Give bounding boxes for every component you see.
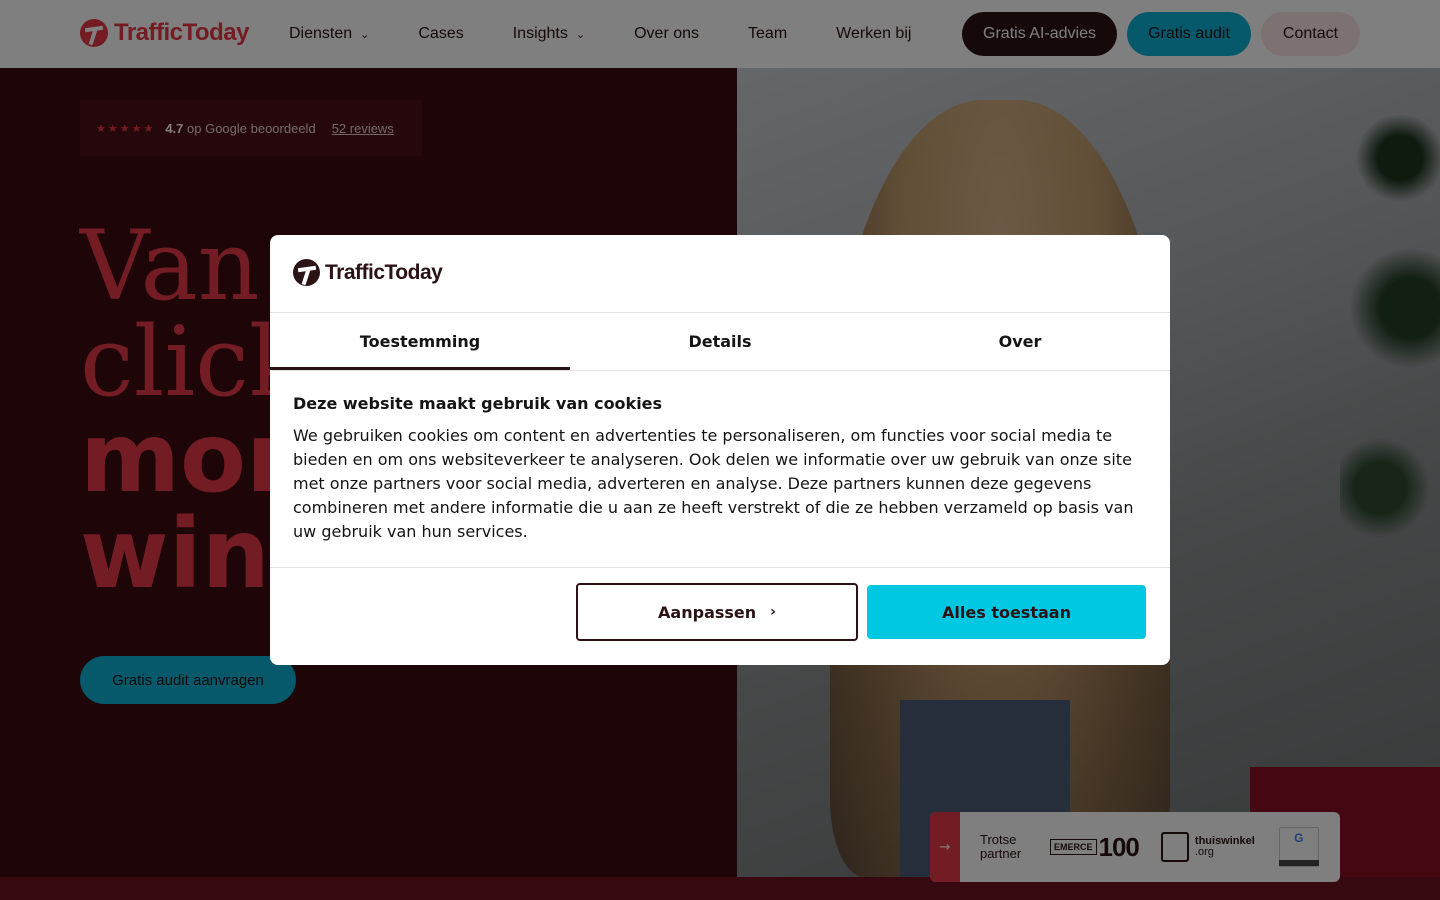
chevron-right-icon: › — [770, 604, 776, 620]
dialog-logo: TrafficToday — [293, 259, 443, 286]
tab-toestemming[interactable]: Toestemming — [270, 313, 570, 370]
divider — [270, 567, 1170, 568]
cookie-description: We gebruiken cookies om content en adver… — [293, 426, 1134, 541]
customize-label: Aanpassen — [658, 602, 757, 622]
brand-mark-icon — [293, 259, 320, 286]
cookie-consent-dialog: TrafficToday Toestemming Details Over De… — [270, 235, 1170, 665]
divider — [270, 370, 1170, 371]
dialog-brand-name: TrafficToday — [325, 260, 443, 284]
cookie-tabs: Toestemming Details Over — [270, 313, 1170, 370]
tab-details[interactable]: Details — [570, 313, 870, 370]
allow-all-button[interactable]: Alles toestaan — [867, 585, 1146, 639]
tab-over[interactable]: Over — [870, 313, 1170, 370]
customize-button[interactable]: Aanpassen › — [576, 583, 858, 641]
cookie-heading: Deze website maakt gebruik van cookies — [293, 394, 663, 413]
